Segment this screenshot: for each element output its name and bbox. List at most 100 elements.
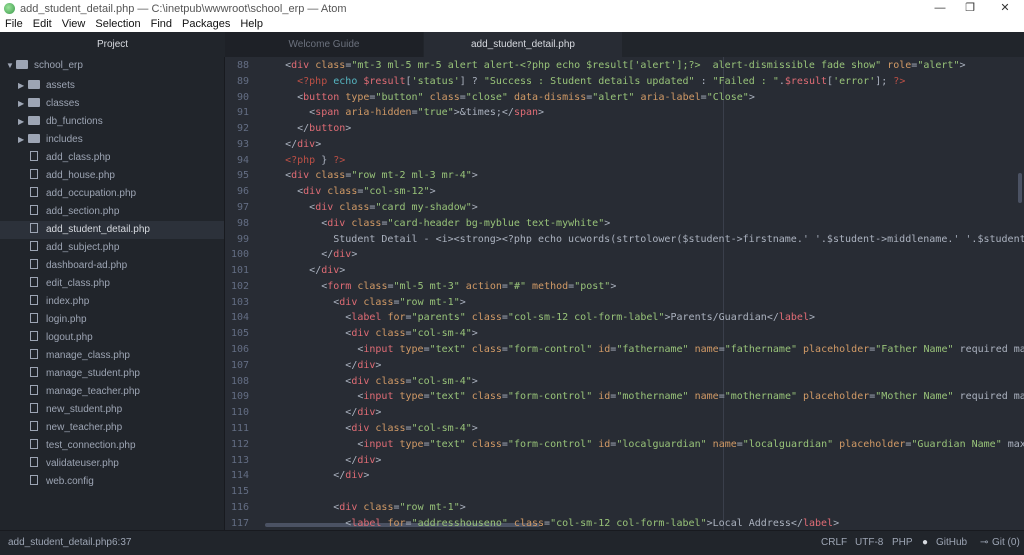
code-line[interactable]: 95 <div class="row mt-2 ml-3 mr-4"> — [225, 168, 1024, 184]
file-icon — [30, 331, 38, 341]
code-line[interactable]: 117 <label for="addresshouseno" class="c… — [225, 516, 1024, 530]
tree-file[interactable]: add_house.php — [0, 167, 224, 185]
code-text: <input type="text" class="form-control" … — [357, 391, 1024, 403]
code-line[interactable]: 109 <input type="text" class="form-contr… — [225, 389, 1024, 405]
line-number: 107 — [230, 359, 249, 371]
code-line[interactable]: 101 </div> — [225, 263, 1024, 279]
tree-file[interactable]: dashboard-ad.php — [0, 257, 224, 275]
tree-file[interactable]: manage_teacher.php — [0, 383, 224, 401]
status-line-ending[interactable]: CRLF — [821, 531, 847, 555]
code-line[interactable]: 88 <div class="mt-3 ml-5 mr-5 alert aler… — [225, 58, 1024, 74]
line-number: 100 — [230, 249, 249, 261]
code-text: <button type="button" class="close" data… — [297, 91, 755, 103]
tree-item-label: test_connection.php — [46, 440, 136, 451]
tree-file[interactable]: add_occupation.php — [0, 185, 224, 203]
code-line[interactable]: 97 <div class="card my-shadow"> — [225, 200, 1024, 216]
tree-file[interactable]: add_section.php — [0, 203, 224, 221]
code-text: </button> — [297, 123, 352, 135]
line-number: 94 — [236, 154, 249, 166]
tree-file[interactable]: manage_student.php — [0, 365, 224, 383]
tab-welcome-guide[interactable]: Welcome Guide — [225, 32, 423, 57]
menu-edit[interactable]: Edit — [28, 17, 57, 32]
tree-folder[interactable]: ▶ assets — [0, 77, 224, 95]
file-icon — [30, 403, 38, 413]
tree-file[interactable]: add_subject.php — [0, 239, 224, 257]
code-text: <div class="mt-3 ml-5 mr-5 alert alert-<… — [285, 60, 966, 71]
menu-selection[interactable]: Selection — [90, 17, 145, 32]
tree-file[interactable]: add_student_detail.php — [0, 221, 224, 239]
tree-item-label: new_teacher.php — [46, 422, 123, 433]
code-line[interactable]: 100 </div> — [225, 247, 1024, 263]
github-icon: ● — [922, 537, 929, 548]
tree-file[interactable]: login.php — [0, 311, 224, 329]
code-line[interactable]: 113 </div> — [225, 453, 1024, 469]
close-button[interactable]: ✕ — [990, 0, 1020, 17]
tree-item-label: dashboard-ad.php — [46, 260, 128, 271]
menu-packages[interactable]: Packages — [177, 17, 235, 32]
code-line[interactable]: 115 — [225, 484, 1024, 500]
chevron-down-icon: ▼ — [6, 61, 14, 70]
tree-folder[interactable]: ▶ classes — [0, 95, 224, 113]
tree-file[interactable]: add_class.php — [0, 149, 224, 167]
code-line[interactable]: 102 <form class="ml-5 mt-3" action="#" m… — [225, 279, 1024, 295]
code-line[interactable]: 93 </div> — [225, 137, 1024, 153]
code-line[interactable]: 96 <div class="col-sm-12"> — [225, 184, 1024, 200]
code-editor[interactable]: 88 <div class="mt-3 ml-5 mr-5 alert aler… — [225, 57, 1024, 530]
tree-item-label: add_occupation.php — [46, 188, 137, 199]
tree-folder[interactable]: ▼ school_erp — [0, 57, 224, 75]
code-line[interactable]: 90 <button type="button" class="close" d… — [225, 90, 1024, 106]
tree-file[interactable]: new_teacher.php — [0, 419, 224, 437]
code-line[interactable]: 91 <span aria-hidden="true">&times;</spa… — [225, 105, 1024, 121]
tree-file[interactable]: validateuser.php — [0, 455, 224, 473]
code-line[interactable]: 106 <input type="text" class="form-contr… — [225, 342, 1024, 358]
tab-bar: Project Welcome Guide add_student_detail… — [0, 32, 1024, 57]
tree-file[interactable]: logout.php — [0, 329, 224, 347]
menu-help[interactable]: Help — [235, 17, 268, 32]
status-encoding[interactable]: UTF-8 — [855, 531, 883, 555]
status-github[interactable]: GitHub — [936, 531, 967, 555]
folder-icon — [28, 80, 40, 89]
file-icon — [30, 241, 38, 251]
chevron-right-icon: ▶ — [18, 81, 25, 90]
tree-file[interactable]: test_connection.php — [0, 437, 224, 455]
code-line[interactable]: 98 <div class="card-header bg-myblue tex… — [225, 216, 1024, 232]
tree-file[interactable]: new_student.php — [0, 401, 224, 419]
status-git[interactable]: Git (0) — [992, 531, 1020, 555]
code-line[interactable]: 105 <div class="col-sm-4"> — [225, 326, 1024, 342]
project-panel-header: Project — [96, 39, 129, 50]
tree-file[interactable]: web.config — [0, 473, 224, 491]
code-line[interactable]: 112 <input type="text" class="form-contr… — [225, 437, 1024, 453]
code-line[interactable]: 110 </div> — [225, 405, 1024, 421]
code-line[interactable]: 114 </div> — [225, 468, 1024, 484]
line-number: 109 — [230, 391, 249, 403]
code-line[interactable]: 99 Student Detail - <i><strong><?php ech… — [225, 232, 1024, 248]
tree-file[interactable]: edit_class.php — [0, 275, 224, 293]
file-icon — [30, 349, 38, 359]
maximize-button[interactable]: ❐ — [955, 0, 985, 17]
code-line[interactable]: 94 <?php } ?> — [225, 153, 1024, 169]
code-line[interactable]: 103 <div class="row mt-1"> — [225, 295, 1024, 311]
file-icon — [30, 421, 38, 431]
chevron-right-icon: ▶ — [18, 117, 25, 126]
code-line[interactable]: 116 <div class="row mt-1"> — [225, 500, 1024, 516]
menu-find[interactable]: Find — [146, 17, 177, 32]
tree-file[interactable]: manage_class.php — [0, 347, 224, 365]
menu-file[interactable]: File — [0, 17, 28, 32]
code-line[interactable]: 92 </button> — [225, 121, 1024, 137]
status-grammar[interactable]: PHP — [892, 531, 913, 555]
status-file-path[interactable]: add_student_detail.php — [8, 531, 112, 555]
code-line[interactable]: 89 <?php echo $result['status'] ? "Succe… — [225, 74, 1024, 90]
code-line[interactable]: 108 <div class="col-sm-4"> — [225, 374, 1024, 390]
tree-folder[interactable]: ▶ includes — [0, 131, 224, 149]
code-text: <div class="col-sm-4"> — [345, 375, 478, 387]
minimize-button[interactable]: — — [925, 0, 955, 17]
line-number: 101 — [230, 265, 249, 277]
tree-file[interactable]: index.php — [0, 293, 224, 311]
status-cursor-position[interactable]: 6:37 — [112, 531, 131, 555]
code-line[interactable]: 111 <div class="col-sm-4"> — [225, 421, 1024, 437]
tab-add-student-detail[interactable]: add_student_detail.php — [424, 32, 622, 57]
code-line[interactable]: 107 </div> — [225, 358, 1024, 374]
menu-view[interactable]: View — [57, 17, 91, 32]
tree-folder[interactable]: ▶ db_functions — [0, 113, 224, 131]
code-line[interactable]: 104 <label for="parents" class="col-sm-1… — [225, 310, 1024, 326]
